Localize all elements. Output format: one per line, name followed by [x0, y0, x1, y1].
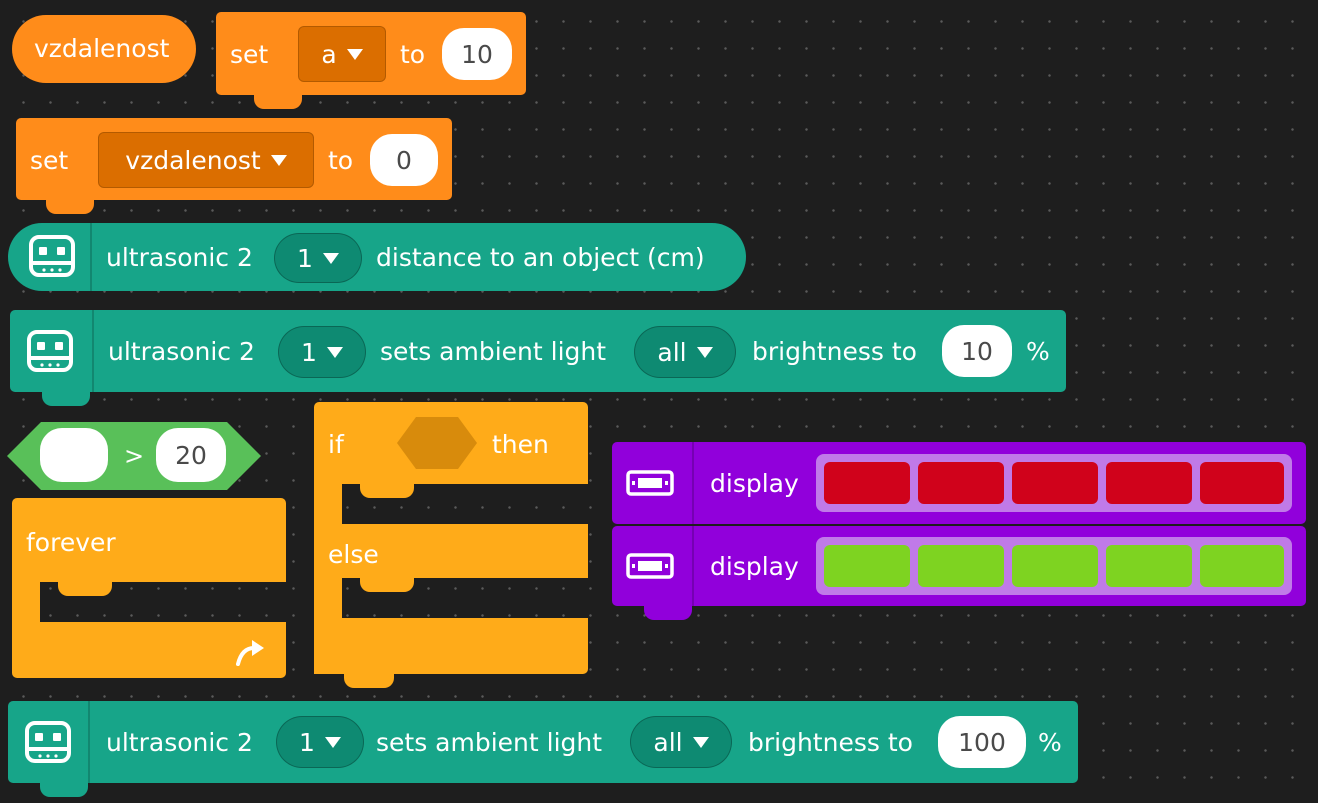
- inner-notch: [360, 484, 414, 498]
- set-a-block[interactable]: set a to 10: [216, 12, 526, 109]
- robot-face-icon: [25, 721, 71, 763]
- sensor-label: ultrasonic 2: [108, 337, 255, 366]
- block-bottom-notch: [254, 95, 302, 109]
- led-cell[interactable]: [1106, 545, 1192, 587]
- light-target-dropdown[interactable]: all: [630, 716, 732, 768]
- triangle-down-icon: [692, 736, 709, 748]
- forever-label: forever: [26, 528, 116, 557]
- icon-separator: [692, 442, 694, 524]
- value-input[interactable]: 10: [442, 28, 512, 80]
- sets-ambient-light-label: sets ambient light: [380, 337, 607, 366]
- triangle-down-icon: [322, 252, 339, 264]
- if-bottom-arm: [314, 618, 588, 674]
- display-label: display: [710, 469, 799, 498]
- light-target-dropdown[interactable]: all: [634, 326, 736, 378]
- variable-dropdown-value: vzdalenost: [125, 145, 261, 175]
- port-dropdown-value: 1: [299, 727, 315, 757]
- led-cell[interactable]: [1106, 462, 1192, 504]
- if-else-block[interactable]: if then else: [314, 402, 588, 688]
- led-strip-icon: [626, 470, 674, 496]
- port-dropdown[interactable]: 1: [274, 233, 362, 283]
- display-label: display: [710, 552, 799, 581]
- led-cell[interactable]: [1200, 545, 1284, 587]
- compare-right-input[interactable]: 20: [156, 428, 226, 482]
- inner-notch: [360, 578, 414, 592]
- distance-label: distance to an object (cm): [376, 243, 705, 272]
- percent-label: %: [1026, 337, 1050, 366]
- icon-separator: [692, 526, 694, 606]
- robot-face-icon: [29, 235, 75, 277]
- loop-arrow-icon: [236, 640, 264, 666]
- triangle-down-icon: [346, 48, 363, 60]
- light-target-value: all: [653, 727, 683, 757]
- triangle-down-icon: [696, 346, 713, 358]
- triangle-down-icon: [324, 736, 341, 748]
- compare-left-input[interactable]: [40, 428, 108, 482]
- brightness-input[interactable]: 100: [938, 716, 1026, 768]
- triangle-down-icon: [326, 346, 343, 358]
- led-cell[interactable]: [824, 545, 910, 587]
- block-bottom-notch: [344, 674, 394, 688]
- block-bottom-notch: [46, 200, 94, 214]
- sets-ambient-light-label: sets ambient light: [376, 728, 603, 757]
- led-cell[interactable]: [918, 462, 1004, 504]
- ultrasonic-distance-block[interactable]: ultrasonic 2 1 distance to an object (cm…: [8, 223, 746, 291]
- display-green-block[interactable]: display: [612, 526, 1306, 620]
- block-bottom-notch: [42, 392, 90, 406]
- icon-separator: [88, 701, 90, 783]
- else-label: else: [328, 540, 379, 569]
- brightness-input[interactable]: 10: [942, 325, 1012, 377]
- variable-dropdown[interactable]: vzdalenost: [98, 132, 314, 188]
- ultrasonic-light-block-10[interactable]: ultrasonic 2 1 sets ambient light all br…: [10, 310, 1066, 406]
- light-target-value: all: [657, 337, 687, 367]
- robot-face-icon: [27, 330, 73, 372]
- value-input[interactable]: 0: [370, 134, 438, 186]
- brightness-label: brightness to: [752, 337, 917, 366]
- greater-than-operator: >: [124, 442, 145, 470]
- led-cell[interactable]: [824, 462, 910, 504]
- brightness-label: brightness to: [748, 728, 913, 757]
- icon-separator: [90, 223, 92, 291]
- port-dropdown[interactable]: 1: [276, 716, 364, 768]
- port-dropdown[interactable]: 1: [278, 326, 366, 378]
- led-strip-icon: [626, 553, 674, 579]
- triangle-down-icon: [270, 154, 287, 166]
- variable-name-label: vzdalenost: [34, 34, 170, 63]
- led-cell[interactable]: [1200, 462, 1284, 504]
- to-label: to: [328, 146, 354, 175]
- block-bottom-notch: [40, 783, 88, 797]
- display-red-block[interactable]: display: [612, 442, 1306, 524]
- led-cell[interactable]: [918, 545, 1004, 587]
- forever-spine: [12, 582, 40, 622]
- variable-dropdown-value: a: [321, 39, 337, 69]
- set-label: set: [30, 146, 69, 175]
- set-vzdalenost-block[interactable]: set vzdalenost to 0: [16, 118, 452, 214]
- if-label: if: [328, 430, 344, 459]
- empty-condition-slot[interactable]: [396, 416, 478, 470]
- led-color-field[interactable]: [816, 454, 1292, 512]
- led-cell[interactable]: [1012, 545, 1098, 587]
- port-dropdown-value: 1: [297, 243, 313, 273]
- sensor-label: ultrasonic 2: [106, 728, 253, 757]
- icon-separator: [92, 310, 94, 392]
- sensor-label: ultrasonic 2: [106, 243, 253, 272]
- percent-label: %: [1038, 728, 1062, 757]
- set-label: set: [230, 40, 269, 69]
- led-color-field[interactable]: [816, 537, 1292, 595]
- variable-dropdown[interactable]: a: [298, 26, 386, 82]
- inner-notch: [58, 582, 112, 596]
- then-label: then: [492, 430, 549, 459]
- block-bottom-notch: [644, 606, 692, 620]
- variable-reporter-block[interactable]: vzdalenost: [12, 15, 196, 83]
- port-dropdown-value: 1: [301, 337, 317, 367]
- ultrasonic-light-block-100[interactable]: ultrasonic 2 1 sets ambient light all br…: [8, 701, 1078, 797]
- led-cell[interactable]: [1012, 462, 1098, 504]
- to-label: to: [400, 40, 426, 69]
- forever-block[interactable]: forever: [12, 498, 286, 678]
